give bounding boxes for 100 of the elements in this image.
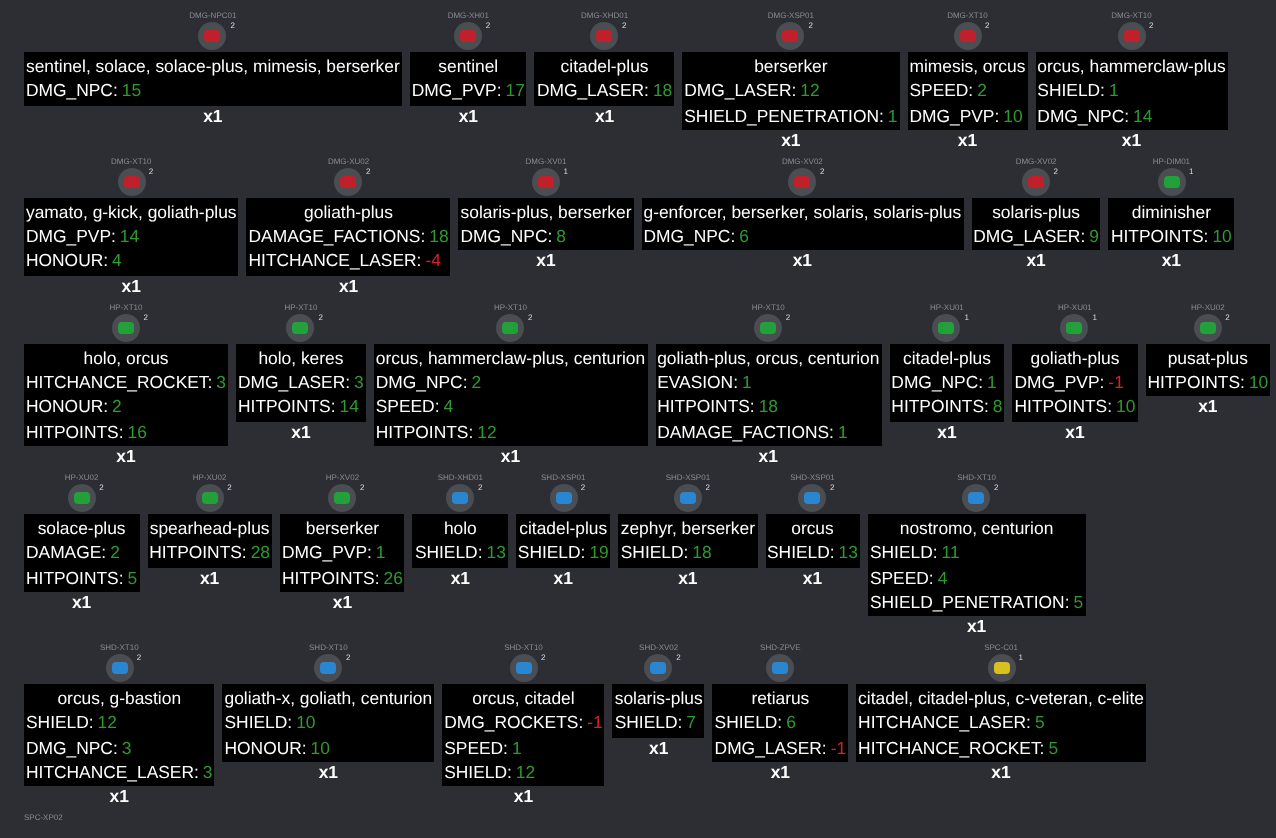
stat-value: 12 [97,710,117,736]
stat-name: DMG_LASER: [684,78,797,104]
stat-name: SHIELD: [620,540,689,566]
stat-value: 6 [786,710,796,736]
quantity: x1 [116,445,136,466]
ship-list: holo, keres [236,345,366,371]
stat-name: SPEED: [869,565,934,590]
quantity: x1 [291,421,311,442]
stat-value: 2 [110,540,120,566]
stat-name: HITPOINTS: [149,540,247,566]
ship-list: citadel-plus [534,54,675,79]
stat-name: HITPOINTS: [375,419,474,444]
quantity: x1 [937,421,957,442]
quantity: x1 [199,567,220,588]
quantity: x1 [1161,250,1182,271]
stat-name: DAMAGE_FACTIONS: [248,224,426,249]
quantity: x1 [109,786,129,807]
stat-name: HITPOINTS: [657,394,755,420]
ship-list: goliath-plus, orcus, centurion [655,345,882,371]
ship-list: holo [412,515,508,541]
stat-name: SHIELD: [869,540,938,566]
stat-value: 4 [937,565,948,590]
stat-name: DMG_LASER: [238,370,351,395]
stat-name: HITPOINTS: [1147,370,1245,395]
stat-name: SHIELD: [767,540,835,566]
stat-value: -4 [425,248,441,274]
ship-list: spearhead-plus [147,515,273,541]
stat-name: HITPOINTS: [1110,224,1209,249]
stat-name: HITCHANCE_ROCKET: [26,370,213,395]
stat-value: 10 [1003,103,1023,128]
stat-value: 26 [383,565,403,590]
ship-list: orcus, hammerclaw-plus [1035,54,1228,79]
stat-name: HONOUR: [26,248,109,274]
quantity: x1 [71,591,92,612]
quantity: x1 [553,567,573,588]
stat-value: 3 [121,735,132,761]
stat-value: 4 [112,248,122,274]
stat-value: 8 [992,394,1003,420]
stat-name: HITCHANCE_ROCKET: [858,735,1045,761]
stat-name: HITPOINTS: [26,565,124,590]
stat-value: 3 [354,370,364,395]
stat-value: 17 [505,78,525,104]
stat-name: HONOUR: [26,394,109,420]
ship-list: goliath-plus [246,199,451,225]
ship-list: orcus, citadel [442,686,605,711]
ship-list: solaris-plus [612,686,705,711]
ship-list: retiarus [712,686,849,711]
stat-value: 14 [119,224,140,249]
stat-value: 18 [758,394,779,420]
stat-name: SHIELD: [714,710,783,736]
stat-value: 1 [375,540,386,566]
stat-value: 12 [515,760,536,785]
quantity: x1 [1121,129,1142,150]
stat-value: 3 [202,760,213,785]
stat-value: 12 [477,419,497,444]
stat-name: HITCHANCE_LASER: [858,710,1031,736]
quantity: x1 [792,250,813,271]
quantity: x1 [758,445,778,466]
stat-name: DMG_PVP: [909,103,1000,128]
quantity: x1 [338,275,359,296]
stat-value: 18 [429,224,449,249]
stat-name: DMG_PVP: [282,540,372,566]
stat-name: DMG_NPC: [643,224,736,249]
stat-name: DAMAGE: [26,540,107,566]
stat-name: SPEED: [375,394,440,420]
stat-name: HITPOINTS: [238,394,336,420]
quantity: x1 [450,567,470,588]
ship-list: pusat-plus [1145,345,1271,371]
stat-value: 1 [837,419,848,444]
stat-value: 2 [977,78,987,104]
stat-value: 5 [1073,589,1084,615]
quantity: x1 [458,105,478,126]
quantity: x1 [332,591,353,612]
stat-value: 12 [800,78,820,104]
stat-name: SPEED: [444,735,508,761]
stat-value: 16 [127,419,147,444]
stat-name: SHIELD: [224,710,293,736]
quantity: x1 [121,275,141,296]
stat-value: 14 [339,394,359,420]
ship-list: solaris-plus [971,199,1101,225]
stat-name: DMG_LASER: [973,224,1086,249]
stat-value: -1 [587,710,603,736]
stat-name: SPEED: [909,78,974,104]
stat-value: 10 [1116,394,1136,420]
ship-list: g-enforcer, berserker, solaris, solaris-plus [641,199,964,225]
ship-list: berserker [280,515,405,541]
stat-name: SHIELD: [444,760,512,785]
stat-name: SHIELD: [614,710,683,736]
stat-value: 1 [1108,78,1119,104]
stat-name: DAMAGE_FACTIONS: [657,419,834,444]
stat-name: DMG_PVP: [411,78,502,104]
quantity: x1 [536,250,556,271]
stat-value: 10 [310,735,330,761]
stat-value: 18 [692,540,712,566]
stat-value: 14 [1133,103,1153,128]
stat-name: HITPOINTS: [282,565,380,590]
stat-name: HITCHANCE_LASER: [26,760,199,785]
stat-value: 5 [1034,710,1045,736]
ship-list: citadel, citadel-plus, c-veteran, c-elite [856,686,1146,711]
stat-value: 6 [739,224,749,249]
